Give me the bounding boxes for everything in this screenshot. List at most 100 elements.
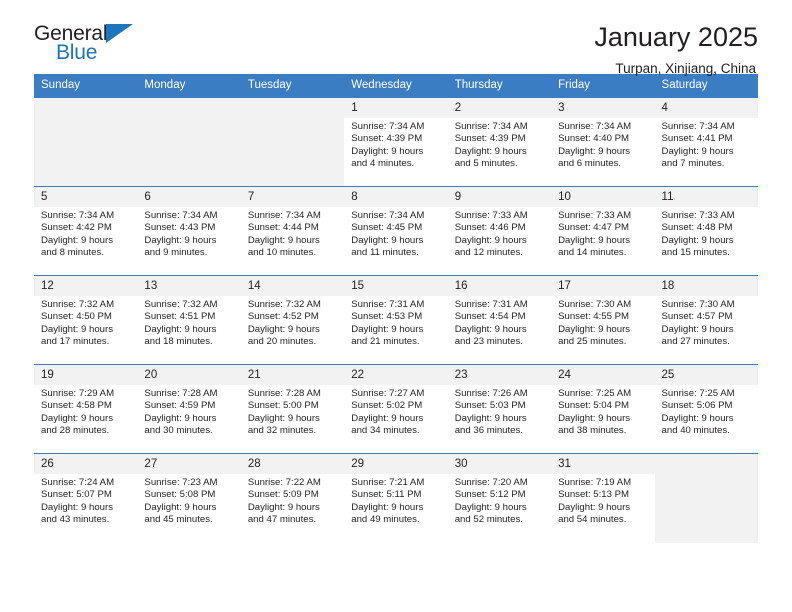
day-cell[interactable]: 29 Sunrise: 7:21 AM Sunset: 5:11 PM Dayligh… [344,453,448,543]
day-cell[interactable]: 16 Sunrise: 7:31 AM Sunset: 4:54 PM Dayligh… [447,275,552,365]
day-cell-body: 15 Sunrise: 7:31 AM Sunset: 4:53 PM Dayligh… [344,276,448,364]
day-cell[interactable]: 8 Sunrise: 7:34 AM Sunset: 4:45 PM Daylight… [344,186,448,276]
day-cell[interactable]: 1 Sunrise: 7:34 AM Sunset: 4:39 PM Daylight… [344,97,448,187]
day-sun-info: Sunrise: 7:21 AM Sunset: 5:11 PM Daylight:… [344,474,447,527]
day-cell[interactable]: 22 Sunrise: 7:27 AM Sunset: 5:02 PM Dayligh… [344,364,448,454]
day-number: 14 [240,276,345,296]
day-cell-body: 18 Sunrise: 7:30 AM Sunset: 4:57 PM Dayligh… [654,276,758,364]
day-number: 29 [344,454,448,474]
sunset-text: Sunset: 4:45 PM [351,222,423,234]
sunset-text: Sunset: 4:41 PM [661,133,733,145]
day-cell[interactable]: 5 Sunrise: 7:34 AM Sunset: 4:42 PM Daylight… [34,186,138,276]
day-number: 19 [34,365,138,385]
daylight-text-line2: and 36 minutes. [454,425,523,437]
day-cell[interactable]: 24 Sunrise: 7:25 AM Sunset: 5:04 PM Dayligh… [551,364,655,454]
day-cell[interactable]: 7 Sunrise: 7:34 AM Sunset: 4:44 PM Daylight… [240,186,345,276]
day-number: 9 [447,187,552,207]
day-sun-info: Sunrise: 7:32 AM Sunset: 4:52 PM Daylight:… [241,296,344,349]
day-sun-info: Sunrise: 7:25 AM Sunset: 5:06 PM Daylight:… [655,385,758,438]
daylight-text-line1: Daylight: 9 hours [661,412,734,424]
day-number: 8 [344,187,448,207]
daylight-text-line1: Daylight: 9 hours [41,234,113,246]
day-cell[interactable]: 13 Sunrise: 7:32 AM Sunset: 4:51 PM Dayligh… [137,275,241,365]
day-cell[interactable]: 9 Sunrise: 7:33 AM Sunset: 4:46 PM Daylight… [447,186,552,276]
day-cell[interactable]: 3 Sunrise: 7:34 AM Sunset: 4:40 PM Daylight… [551,97,655,187]
day-cell[interactable]: 31 Sunrise: 7:19 AM Sunset: 5:13 PM Dayligh… [551,453,655,543]
day-cell[interactable]: 30 Sunrise: 7:20 AM Sunset: 5:12 PM Dayligh… [447,453,552,543]
sunset-text: Sunset: 4:44 PM [247,222,319,234]
daylight-text-line1: Daylight: 9 hours [144,234,217,246]
day-cell-body: 26 Sunrise: 7:24 AM Sunset: 5:07 PM Dayligh… [34,454,138,543]
day-sun-info: Sunrise: 7:32 AM Sunset: 4:51 PM Daylight:… [137,296,240,349]
daylight-text-line2: and 15 minutes. [661,247,730,259]
day-sun-info: Sunrise: 7:28 AM Sunset: 5:00 PM Daylight:… [241,385,344,438]
sunset-text: Sunset: 5:06 PM [661,400,733,412]
day-sun-info: Sunrise: 7:26 AM Sunset: 5:03 PM Daylight:… [448,385,551,438]
day-cell[interactable]: 20 Sunrise: 7:28 AM Sunset: 4:59 PM Dayligh… [137,364,241,454]
sunset-text: Sunset: 4:50 PM [41,311,112,323]
calendar-week-row: 5 Sunrise: 7:34 AM Sunset: 4:42 PM Daylight… [34,186,758,276]
daylight-text-line1: Daylight: 9 hours [247,501,320,513]
daylight-text-line2: and 43 minutes. [41,514,110,526]
generalblue-logo[interactable]: General Blue [34,22,146,68]
day-cell-body: 23 Sunrise: 7:26 AM Sunset: 5:03 PM Dayligh… [447,365,552,453]
sunrise-text: Sunrise: 7:29 AM [41,388,115,399]
day-cell-body: 20 Sunrise: 7:28 AM Sunset: 4:59 PM Dayligh… [137,365,241,453]
day-cell-body: 21 Sunrise: 7:28 AM Sunset: 5:00 PM Dayligh… [240,365,345,453]
day-cell[interactable]: 12 Sunrise: 7:32 AM Sunset: 4:50 PM Dayligh… [34,275,138,365]
sunrise-text: Sunrise: 7:22 AM [247,477,321,488]
day-cell[interactable]: 15 Sunrise: 7:31 AM Sunset: 4:53 PM Dayligh… [344,275,448,365]
day-sun-info: Sunrise: 7:33 AM Sunset: 4:47 PM Daylight:… [551,207,654,260]
sunrise-text: Sunrise: 7:34 AM [144,210,218,221]
day-cell-body: 13 Sunrise: 7:32 AM Sunset: 4:51 PM Dayligh… [137,276,241,364]
sunrise-text: Sunrise: 7:34 AM [454,121,528,132]
day-cell-body: 24 Sunrise: 7:25 AM Sunset: 5:04 PM Dayligh… [551,365,655,453]
daylight-text-line2: and 20 minutes. [247,336,317,348]
day-cell[interactable]: 19 Sunrise: 7:29 AM Sunset: 4:58 PM Dayligh… [34,364,138,454]
day-cell-body: 9 Sunrise: 7:33 AM Sunset: 4:46 PM Daylight… [447,187,552,275]
sunrise-text: Sunrise: 7:33 AM [558,210,632,221]
day-cell-body: 3 Sunrise: 7:34 AM Sunset: 4:40 PM Daylight… [551,98,655,186]
day-number: 20 [137,365,241,385]
daylight-text-line1: Daylight: 9 hours [351,412,424,424]
day-sun-info: Sunrise: 7:30 AM Sunset: 4:55 PM Daylight:… [551,296,654,349]
day-cell[interactable]: 21 Sunrise: 7:28 AM Sunset: 5:00 PM Dayligh… [240,364,345,454]
day-sun-info: Sunrise: 7:34 AM Sunset: 4:40 PM Daylight:… [551,118,654,171]
daylight-text-line1: Daylight: 9 hours [144,323,217,335]
day-cell-empty [137,97,241,187]
daylight-text-line2: and 52 minutes. [454,514,523,526]
daylight-text-line1: Daylight: 9 hours [558,323,631,335]
sunrise-text: Sunrise: 7:24 AM [41,477,115,488]
day-number: 12 [34,276,138,296]
day-cell[interactable]: 25 Sunrise: 7:25 AM Sunset: 5:06 PM Dayligh… [654,364,758,454]
day-cell[interactable]: 28 Sunrise: 7:22 AM Sunset: 5:09 PM Dayligh… [240,453,345,543]
day-cell[interactable]: 11 Sunrise: 7:33 AM Sunset: 4:48 PM Dayligh… [654,186,758,276]
day-cell[interactable]: 17 Sunrise: 7:30 AM Sunset: 4:55 PM Dayligh… [551,275,655,365]
daylight-text-line1: Daylight: 9 hours [558,501,631,513]
day-cell[interactable]: 2 Sunrise: 7:34 AM Sunset: 4:39 PM Daylight… [447,97,552,187]
day-number: 11 [654,187,758,207]
sunrise-text: Sunrise: 7:25 AM [661,388,735,399]
daylight-text-line1: Daylight: 9 hours [454,323,527,335]
day-cell[interactable]: 26 Sunrise: 7:24 AM Sunset: 5:07 PM Dayligh… [34,453,138,543]
sunrise-text: Sunrise: 7:28 AM [144,388,218,399]
day-cell[interactable]: 18 Sunrise: 7:30 AM Sunset: 4:57 PM Dayligh… [654,275,758,365]
sunrise-text: Sunrise: 7:34 AM [41,210,115,221]
day-cell[interactable]: 10 Sunrise: 7:33 AM Sunset: 4:47 PM Dayligh… [551,186,655,276]
day-number: 1 [344,98,448,118]
day-cell[interactable]: 23 Sunrise: 7:26 AM Sunset: 5:03 PM Dayligh… [447,364,552,454]
sunset-text: Sunset: 5:13 PM [558,489,630,501]
day-number: 5 [34,187,138,207]
day-cell[interactable]: 6 Sunrise: 7:34 AM Sunset: 4:43 PM Daylight… [137,186,241,276]
day-sun-info: Sunrise: 7:33 AM Sunset: 4:46 PM Daylight:… [448,207,551,260]
day-cell[interactable]: 14 Sunrise: 7:32 AM Sunset: 4:52 PM Dayligh… [240,275,345,365]
day-cell[interactable]: 27 Sunrise: 7:23 AM Sunset: 5:08 PM Dayligh… [137,453,241,543]
day-cell[interactable]: 4 Sunrise: 7:34 AM Sunset: 4:41 PM Daylight… [654,97,758,187]
daylight-text-line1: Daylight: 9 hours [144,412,217,424]
calendar-week-row: 12 Sunrise: 7:32 AM Sunset: 4:50 PM Dayligh… [34,275,758,365]
sunset-text: Sunset: 4:48 PM [661,222,733,234]
calendar-page: General Blue January 2025 Turpan, Xinjia… [0,0,792,612]
day-number: 15 [344,276,448,296]
daylight-text-line2: and 23 minutes. [454,336,523,348]
day-sun-info: Sunrise: 7:29 AM Sunset: 4:58 PM Daylight:… [34,385,137,438]
